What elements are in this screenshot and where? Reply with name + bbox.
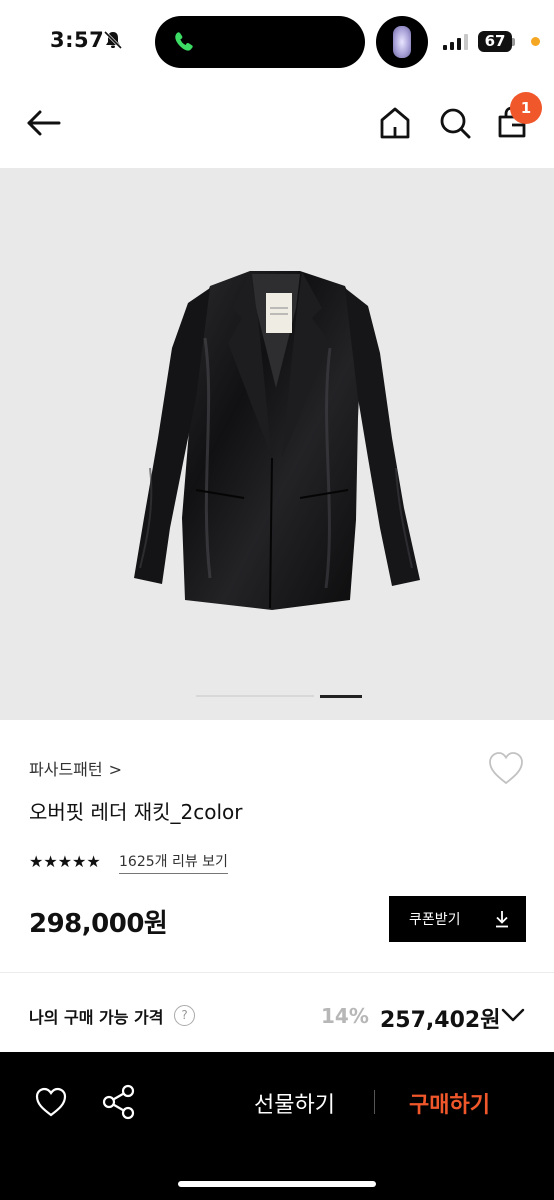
bottom-action-bar <box>0 1052 554 1200</box>
flashlight-icon <box>393 26 411 58</box>
star-rating: ★★★★★ <box>29 852 101 871</box>
wishlist-heart-icon[interactable] <box>487 750 525 786</box>
cart-count-badge: 1 <box>510 92 542 124</box>
coupon-button-label: 쿠폰받기 <box>409 912 461 928</box>
product-image-gallery[interactable] <box>0 168 554 720</box>
reviews-link[interactable]: 1625개 리뷰 보기 <box>119 851 228 874</box>
product-name: 오버핏 레더 재킷_2color <box>29 800 243 824</box>
gallery-dot-inactive[interactable] <box>196 695 314 697</box>
discount-price: 257,402원 <box>380 1008 501 1033</box>
share-icon[interactable] <box>100 1083 138 1121</box>
download-icon <box>496 911 508 928</box>
product-price: 298,000원 <box>29 909 168 939</box>
battery-cap <box>512 38 515 46</box>
chevron-right-icon: > <box>108 760 123 779</box>
brand-name: 파사드패턴 <box>29 760 103 779</box>
back-arrow-icon[interactable] <box>24 103 64 143</box>
home-indicator[interactable] <box>178 1181 376 1187</box>
section-divider <box>0 972 554 973</box>
gift-button[interactable]: 선물하기 <box>254 1087 335 1119</box>
status-time: 3:57 <box>50 28 105 52</box>
chevron-down-icon[interactable] <box>500 1006 526 1024</box>
gallery-pagination <box>196 695 362 698</box>
search-icon[interactable] <box>435 103 475 143</box>
buy-button[interactable]: 구매하기 <box>409 1087 490 1119</box>
my-price-label: 나의 구매 가능 가격 <box>29 1008 164 1027</box>
brand-link[interactable]: 파사드패턴 > <box>29 756 122 780</box>
privacy-indicator-dot <box>531 37 540 46</box>
flashlight-indicator <box>376 16 428 68</box>
heart-icon[interactable] <box>34 1085 68 1119</box>
dynamic-island[interactable] <box>155 16 365 68</box>
gallery-dot-active[interactable] <box>320 695 362 698</box>
signal-icon <box>443 34 468 50</box>
help-icon[interactable]: ? <box>174 1005 195 1026</box>
battery-level: 67 <box>484 32 506 50</box>
product-image <box>134 271 420 610</box>
bottom-bar-separator <box>374 1090 375 1114</box>
battery-icon: 67 <box>478 31 512 52</box>
discount-rate: 14% <box>321 1004 369 1028</box>
bell-slash-icon <box>103 30 123 50</box>
coupon-button[interactable]: 쿠폰받기 <box>389 896 526 942</box>
phone-icon <box>175 32 193 51</box>
home-icon[interactable] <box>375 103 415 143</box>
